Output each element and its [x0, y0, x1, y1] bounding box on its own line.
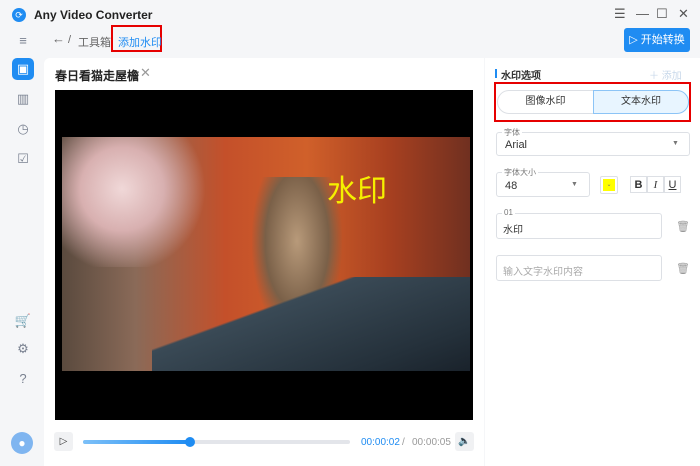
start-convert-button[interactable]: ▷ 开始转换 [624, 28, 690, 52]
library-icon[interactable]: ▥ [12, 88, 34, 110]
tab-text-watermark[interactable]: 文本水印 [593, 90, 689, 114]
font-size-label: 字体大小 [502, 167, 538, 178]
progress-knob[interactable] [184, 437, 195, 447]
settings-icon[interactable]: ⚙ [12, 338, 34, 360]
watermark-text[interactable]: 水印 [327, 166, 387, 210]
section-title: 水印选项 [501, 71, 541, 82]
chevron-down-icon: ▼ [672, 140, 679, 147]
minimize-icon[interactable]: — [636, 6, 649, 21]
tasks-icon[interactable]: ☑ [12, 148, 34, 170]
section-marker [495, 69, 497, 78]
close-file-icon[interactable]: ✕ [140, 65, 151, 81]
new-watermark-placeholder: 输入文字水印内容 [503, 267, 583, 278]
font-value: Arial [505, 139, 528, 151]
font-size-value: 48 [505, 180, 518, 192]
chevron-down-icon: ⌄ [603, 179, 615, 191]
plus-icon: ＋ [649, 71, 662, 82]
color-picker[interactable]: ⌄ [600, 176, 618, 194]
help-icon[interactable]: ? [12, 368, 34, 390]
cherry-blossom [62, 137, 212, 267]
tab-image-watermark[interactable]: 图像水印 [497, 90, 594, 114]
current-time: 00:00:02 [361, 437, 400, 448]
cart-icon[interactable]: 🛒 [12, 310, 34, 332]
close-window-icon[interactable]: ✕ [678, 6, 689, 22]
app-title: Any Video Converter [34, 8, 153, 22]
video-preview: 水印 [55, 90, 473, 420]
delete-icon[interactable]: 🗑 [676, 220, 690, 233]
breadcrumb-toolbox[interactable]: 工具箱 [78, 34, 111, 50]
play-icon: ▷ [629, 34, 641, 46]
total-time: 00:00:05 [412, 437, 451, 448]
entry-label: 01 [502, 208, 515, 217]
menu-icon[interactable]: ☰ [614, 6, 626, 22]
maximize-icon[interactable]: ☐ [656, 6, 668, 22]
breadcrumb-current: 添加水印 [118, 37, 162, 49]
progress-slider[interactable] [83, 437, 350, 447]
collapse-sidebar-icon[interactable]: ≡ [12, 30, 34, 52]
app-logo-icon: ⟳ [12, 8, 26, 22]
bold-button[interactable]: B [630, 176, 647, 193]
breadcrumb-separator: / [68, 34, 72, 46]
underline-button[interactable]: U [664, 176, 681, 193]
progress-fill [83, 440, 190, 444]
italic-button[interactable]: I [647, 176, 664, 193]
roof-tiles [152, 277, 470, 371]
history-icon[interactable]: ◷ [12, 118, 34, 140]
chevron-down-icon: ▼ [571, 181, 578, 188]
entry-value: 水印 [503, 225, 523, 236]
add-button[interactable]: ＋ 添加 [649, 67, 682, 82]
start-label: 开始转换 [640, 34, 685, 46]
time-separator: / [402, 437, 405, 448]
file-name: 春日看猫走屋檐 [55, 69, 140, 83]
delete-icon[interactable]: 🗑 [676, 262, 690, 275]
toolbox-icon[interactable]: ▣ [12, 58, 34, 80]
add-label: 添加 [661, 71, 682, 82]
font-label: 字体 [502, 127, 522, 138]
play-button[interactable]: ▷ [54, 432, 73, 451]
volume-icon[interactable]: 🔈 [455, 432, 474, 451]
video-frame [62, 137, 470, 371]
avatar[interactable]: ● [11, 432, 33, 454]
back-button[interactable]: ← [52, 31, 65, 46]
